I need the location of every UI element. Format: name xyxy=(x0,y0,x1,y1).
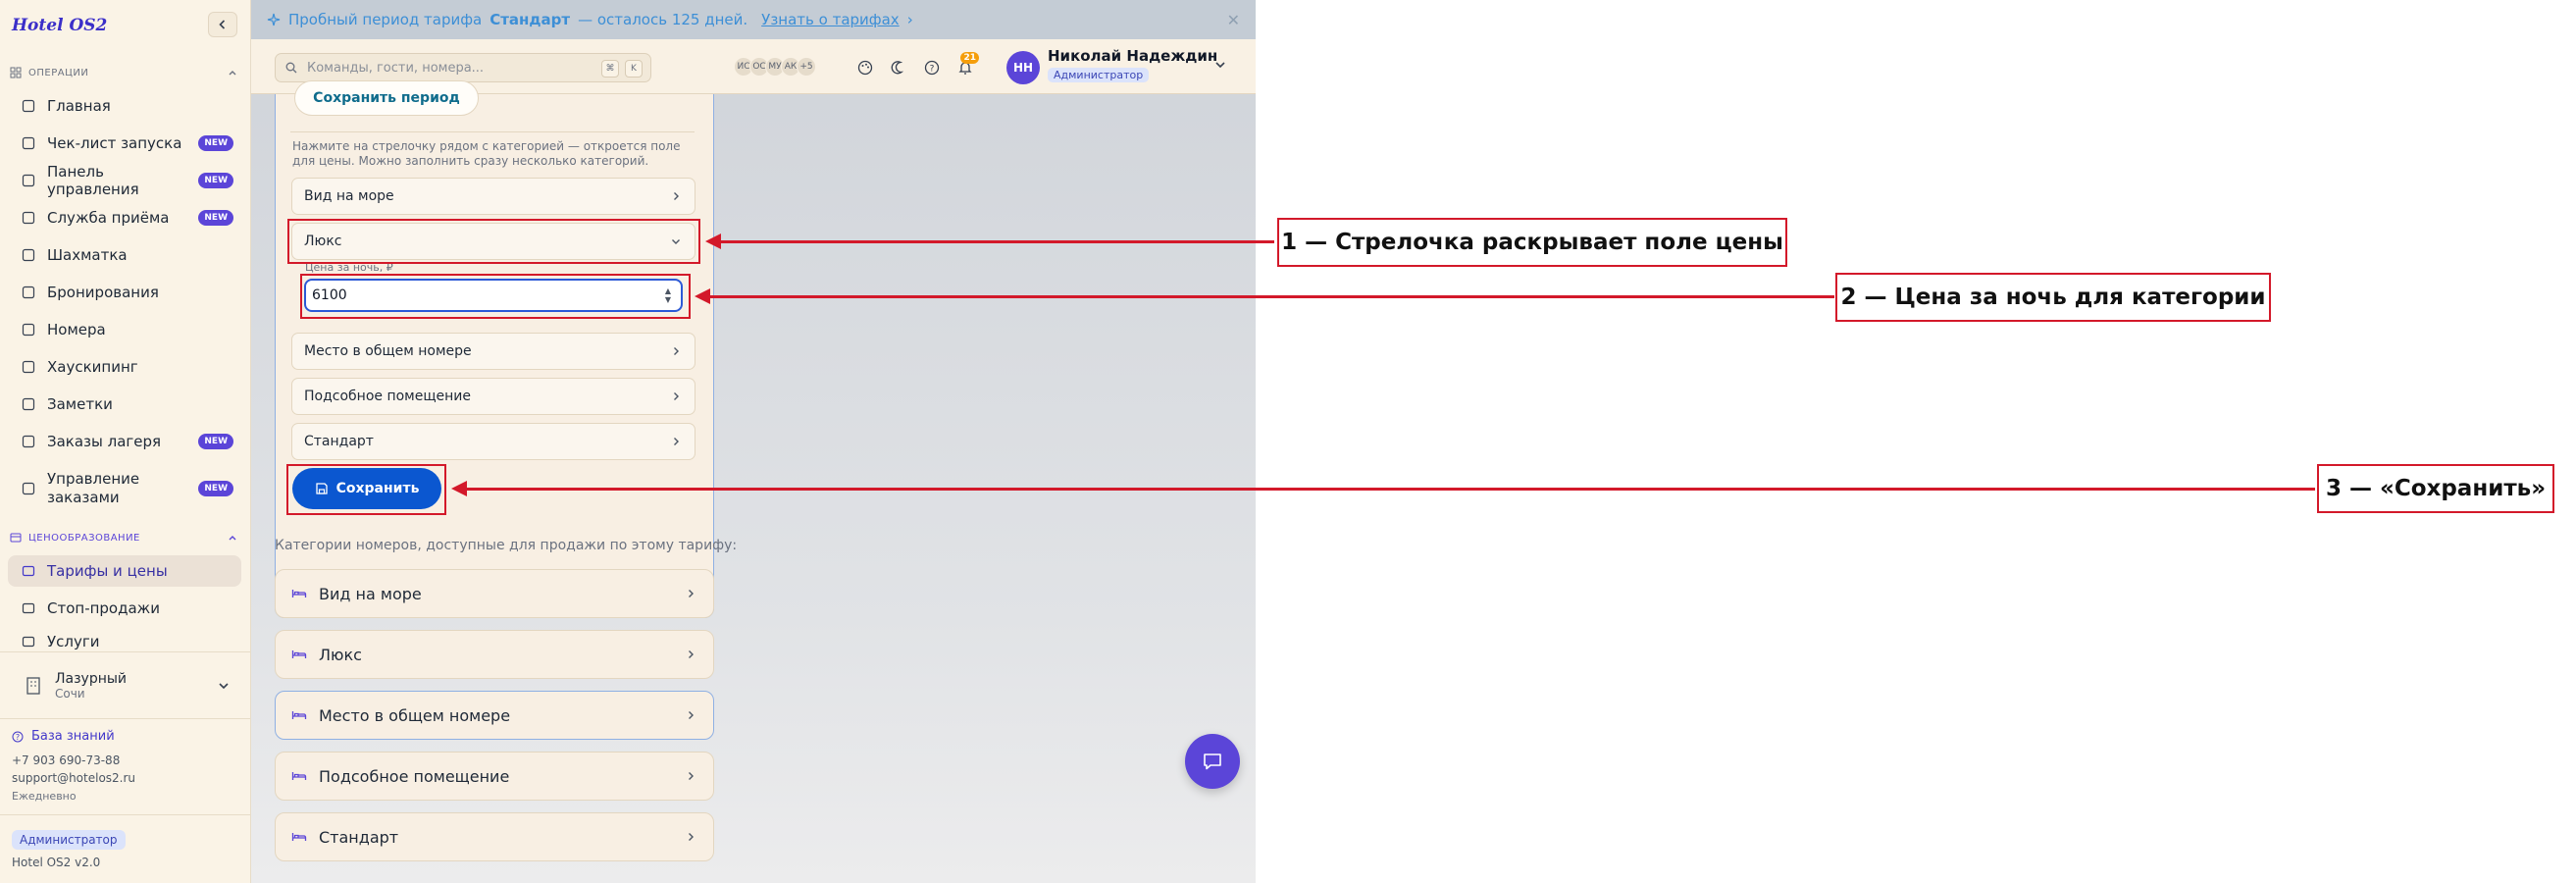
chevron-right-icon[interactable] xyxy=(671,346,681,356)
room-category-item[interactable]: Вид на море xyxy=(275,569,714,618)
trial-text-suffix: — осталось 125 дней. xyxy=(578,11,748,28)
shortcut-k-key: K xyxy=(625,60,643,78)
chat-icon xyxy=(1204,753,1221,770)
close-icon[interactable]: ✕ xyxy=(1227,11,1240,29)
bed-icon xyxy=(291,650,307,658)
trial-plan: Стандарт xyxy=(489,11,571,28)
category-label: Вид на море xyxy=(319,584,422,603)
moon-icon xyxy=(891,61,904,75)
notification-badge: 21 xyxy=(960,52,979,64)
help-icon: ? xyxy=(924,60,940,76)
search-icon xyxy=(285,62,297,74)
collapse-sidebar-button[interactable] xyxy=(208,12,237,37)
chevron-right-icon[interactable] xyxy=(671,391,681,401)
bed-icon xyxy=(291,772,307,780)
category-label: Люкс xyxy=(319,645,362,664)
chevron-up-icon xyxy=(229,71,236,76)
user-avatar[interactable]: НН xyxy=(1006,51,1040,84)
trial-text-prefix: Пробный период тарифа xyxy=(288,11,483,28)
theme-palette-button[interactable] xyxy=(851,54,879,81)
highlight-save-button xyxy=(286,464,446,515)
help-button[interactable]: ? xyxy=(918,54,946,81)
callout-3: 3 — «Сохранить» xyxy=(2317,464,2554,513)
tariff-row-shared-bed[interactable]: Место в общем номере xyxy=(291,333,696,370)
notifications-button[interactable]: 21 xyxy=(952,52,979,81)
chevron-right-icon xyxy=(689,590,694,597)
categories-title: Категории номеров, доступные для продажи… xyxy=(275,538,738,553)
trial-banner: Пробный период тарифа Стандарт — осталос… xyxy=(251,0,1256,39)
bed-icon xyxy=(291,590,307,597)
arrow-2 xyxy=(695,288,1834,304)
search-placeholder: Команды, гости, номера... xyxy=(307,60,485,76)
room-category-item[interactable]: Стандарт xyxy=(275,812,714,861)
callout-1: 1 — Стрелочка раскрывает поле цены xyxy=(1277,218,1787,267)
row-label: Место в общем номере xyxy=(304,343,472,359)
user-name[interactable]: Николай Надеждин xyxy=(1048,47,1217,65)
chevron-right-icon xyxy=(689,711,694,719)
chevron-right-icon[interactable] xyxy=(671,437,681,446)
row-label: Подсобное помещение xyxy=(304,389,472,404)
dark-mode-button[interactable] xyxy=(885,54,912,81)
arrow-3 xyxy=(451,481,2315,496)
more-users-count: +5 xyxy=(797,57,816,77)
callout-2: 2 — Цена за ночь для категории xyxy=(1835,273,2271,322)
chevron-right-icon: › xyxy=(906,11,913,28)
section-operations[interactable]: ОПЕРАЦИИ xyxy=(10,67,241,78)
highlight-lux-row xyxy=(287,219,700,264)
tariff-row-sea-view[interactable]: Вид на море xyxy=(291,178,696,215)
section-operations-label: ОПЕРАЦИИ xyxy=(28,67,89,78)
tariff-row-utility-room[interactable]: Подсобное помещение xyxy=(291,378,696,415)
arrow-1 xyxy=(705,234,1274,249)
category-label: Место в общем номере xyxy=(319,705,511,725)
chevron-right-icon xyxy=(689,650,694,658)
shortcut-cmd-key: ⌘ xyxy=(601,60,619,78)
pricing-link[interactable]: Узнать о тарифах xyxy=(761,11,900,28)
user-role-badge: Администратор xyxy=(1048,68,1150,82)
online-users[interactable]: ИС ОС МУ АК +5 xyxy=(734,57,816,77)
room-category-item[interactable]: Люкс xyxy=(275,630,714,679)
room-category-item[interactable]: Место в общем номере xyxy=(275,691,714,740)
card-divider xyxy=(290,131,695,132)
palette-icon xyxy=(857,60,873,76)
sparkle-icon xyxy=(267,13,281,26)
grid-icon xyxy=(10,67,22,78)
room-category-item[interactable]: Подсобное помещение xyxy=(275,752,714,801)
chat-button[interactable] xyxy=(1185,734,1240,789)
search-input[interactable]: Команды, гости, номера... ⌘ K xyxy=(275,53,651,82)
brand-logo[interactable]: Hotel OS2 xyxy=(12,16,107,35)
save-period-button[interactable]: Сохранить период xyxy=(294,80,479,116)
chevron-down-icon[interactable] xyxy=(1214,59,1226,71)
highlight-price-input xyxy=(300,274,691,319)
svg-text:?: ? xyxy=(930,65,935,75)
category-label: Подсобное помещение xyxy=(319,766,510,786)
row-label: Вид на море xyxy=(304,188,394,204)
tariff-row-standard[interactable]: Стандарт xyxy=(291,423,696,460)
row-label: Стандарт xyxy=(304,434,374,449)
chevron-right-icon[interactable] xyxy=(671,191,681,201)
price-hint: Нажмите на стрелочку рядом с категорией … xyxy=(292,139,681,168)
bed-icon xyxy=(291,711,307,719)
app-window: Hotel OS2 ОПЕРАЦИИ Главная Чек-лист запус… xyxy=(0,0,1256,883)
chevron-right-icon xyxy=(689,833,694,841)
bed-icon xyxy=(291,833,307,841)
category-label: Стандарт xyxy=(319,827,399,847)
chevron-right-icon xyxy=(689,772,694,780)
chevron-left-icon xyxy=(219,20,226,29)
